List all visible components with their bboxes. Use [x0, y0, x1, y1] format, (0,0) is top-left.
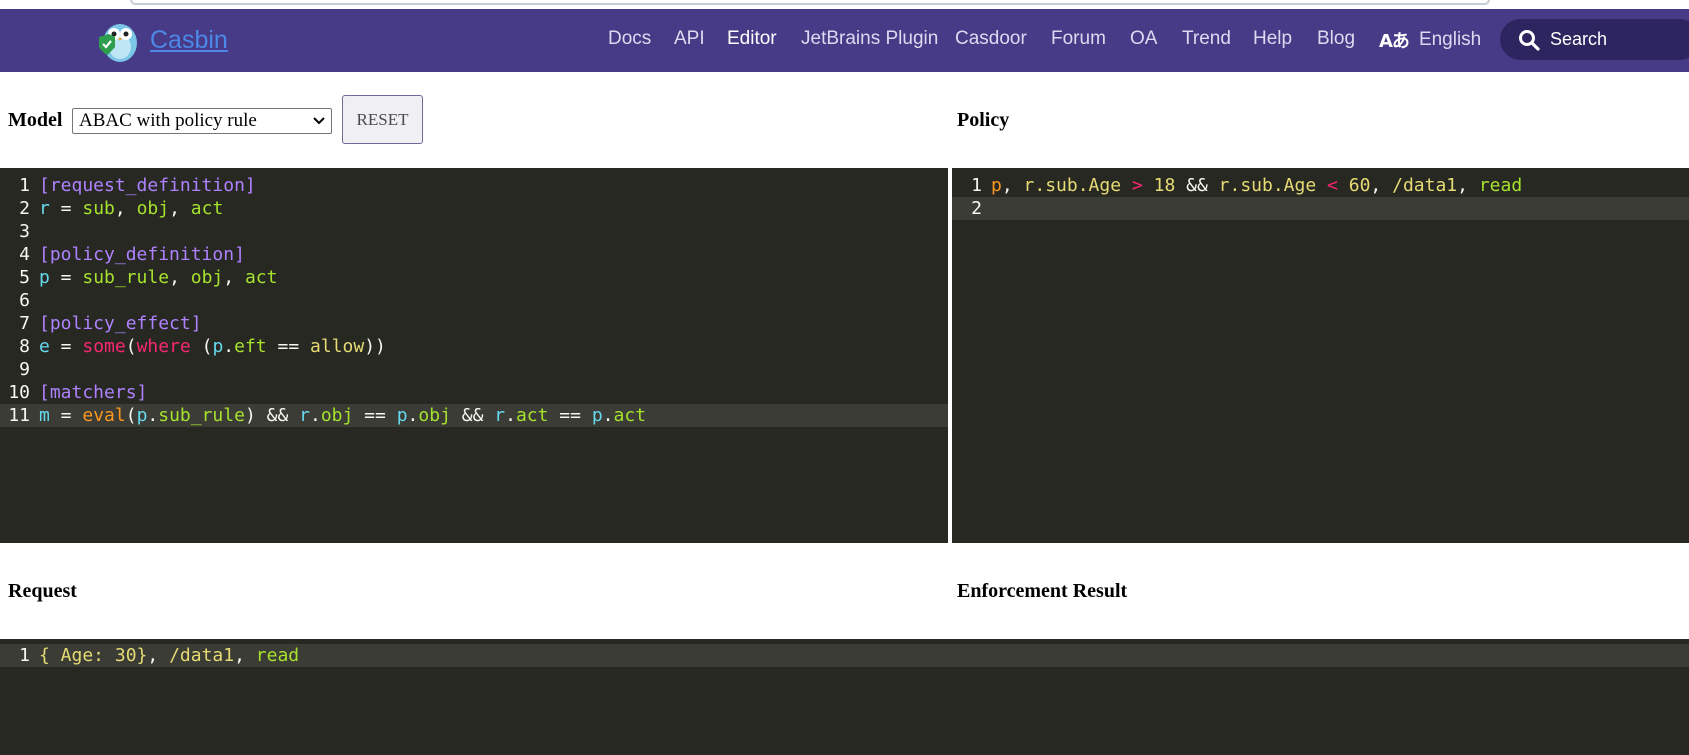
nav-docs[interactable]: Docs: [608, 28, 651, 50]
translate-icon: Aあ: [1379, 31, 1410, 52]
code-line: 10 [matchers]: [8, 382, 148, 403]
code-line-active: 2: [952, 197, 1689, 220]
nav-api[interactable]: API: [674, 28, 705, 50]
chevron-down-icon: [313, 117, 325, 125]
code-line: 6: [19, 290, 30, 311]
address-bar-edge: [130, 0, 1490, 5]
code-line: 3: [19, 221, 30, 242]
code-line: 1 [request_definition]: [19, 175, 256, 196]
browser-top-strip: [0, 0, 1689, 9]
language-label: English: [1418, 29, 1482, 50]
policy-label: Policy: [957, 109, 1010, 131]
code-line: 2r = sub, obj, act: [19, 198, 224, 219]
reset-button[interactable]: RESET: [342, 95, 423, 144]
brand-name[interactable]: Casbin: [150, 26, 228, 55]
request-label: Request: [8, 580, 77, 602]
code-line: 1 p, r.sub.Age > 18 && r.sub.Age < 60, /d…: [971, 175, 1523, 196]
enforcement-result-label: Enforcement Result: [957, 580, 1128, 602]
language-selector[interactable]: Aあ English: [1379, 27, 1481, 53]
code-line-active: 1{ Age: 30}, /data1, read: [0, 644, 1689, 667]
policy-editor[interactable]: 1 p, r.sub.Age > 18 && r.sub.Age < 60, /d…: [952, 168, 1689, 543]
nav-forum[interactable]: Forum: [1051, 28, 1106, 50]
nav-help[interactable]: Help: [1253, 28, 1292, 50]
nav-jetbrains-plugin[interactable]: JetBrains Plugin: [801, 28, 938, 50]
brand[interactable]: Casbin: [96, 17, 228, 63]
search-button[interactable]: Search: [1500, 19, 1689, 60]
search-icon: [1519, 29, 1540, 51]
request-editor[interactable]: 1{ Age: 30}, /data1, read: [0, 639, 1689, 755]
model-select-value: ABAC with policy rule: [79, 110, 257, 131]
code-line: 7 [policy_effect]: [19, 313, 202, 334]
navbar: Casbin Docs API Editor JetBrains Plugin …: [0, 9, 1689, 72]
model-editor[interactable]: 1 [request_definition] 2r = sub, obj, act…: [0, 168, 948, 543]
model-select[interactable]: ABAC with policy rule: [72, 108, 332, 134]
nav-editor[interactable]: Editor: [727, 28, 777, 50]
nav-blog[interactable]: Blog: [1317, 28, 1355, 50]
nav-oa[interactable]: OA: [1130, 28, 1157, 50]
search-label: Search: [1550, 29, 1608, 49]
model-label: Model: [8, 109, 63, 131]
casbin-logo-icon: [99, 24, 137, 62]
nav-casdoor[interactable]: Casdoor: [955, 28, 1027, 50]
code-line: 5p = sub_rule, obj, act: [19, 267, 278, 288]
nav-trend[interactable]: Trend: [1182, 28, 1231, 50]
code-line: 9: [19, 359, 30, 380]
code-line-active: 11 m = eval(p.sub_rule) && r.obj == p.obj…: [0, 404, 948, 427]
code-line: 8e = some(where (p.eft == allow)): [19, 336, 386, 357]
code-line: 4 [policy_definition]: [19, 244, 245, 265]
